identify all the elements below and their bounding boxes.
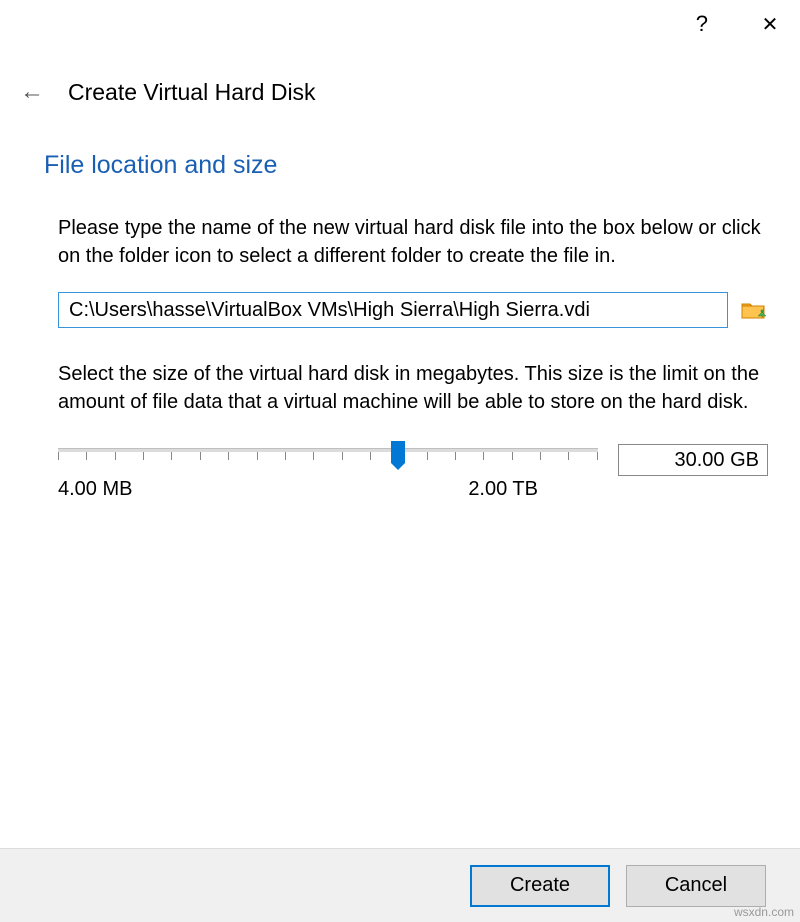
help-button[interactable]: ?: [696, 11, 708, 37]
size-slider-track[interactable]: [58, 448, 598, 452]
back-arrow-icon[interactable]: ←: [20, 78, 44, 106]
cancel-button[interactable]: Cancel: [626, 865, 766, 907]
slider-ticks: [58, 452, 598, 462]
button-bar: Create Cancel: [0, 848, 800, 922]
close-button[interactable]: ✕: [758, 12, 782, 37]
browse-folder-icon[interactable]: [740, 296, 768, 324]
file-path-input[interactable]: [58, 292, 728, 328]
file-description: Please type the name of the new virtual …: [44, 214, 768, 270]
slider-max-label: 2.00 TB: [468, 478, 538, 501]
watermark: wsxdn.com: [734, 905, 794, 919]
create-button[interactable]: Create: [470, 865, 610, 907]
dialog-title: Create Virtual Hard Disk: [68, 79, 316, 106]
size-slider-thumb[interactable]: [391, 441, 405, 463]
size-input[interactable]: [618, 444, 768, 476]
slider-min-label: 4.00 MB: [58, 478, 132, 501]
section-heading: File location and size: [44, 151, 768, 180]
size-description: Select the size of the virtual hard disk…: [44, 360, 768, 416]
